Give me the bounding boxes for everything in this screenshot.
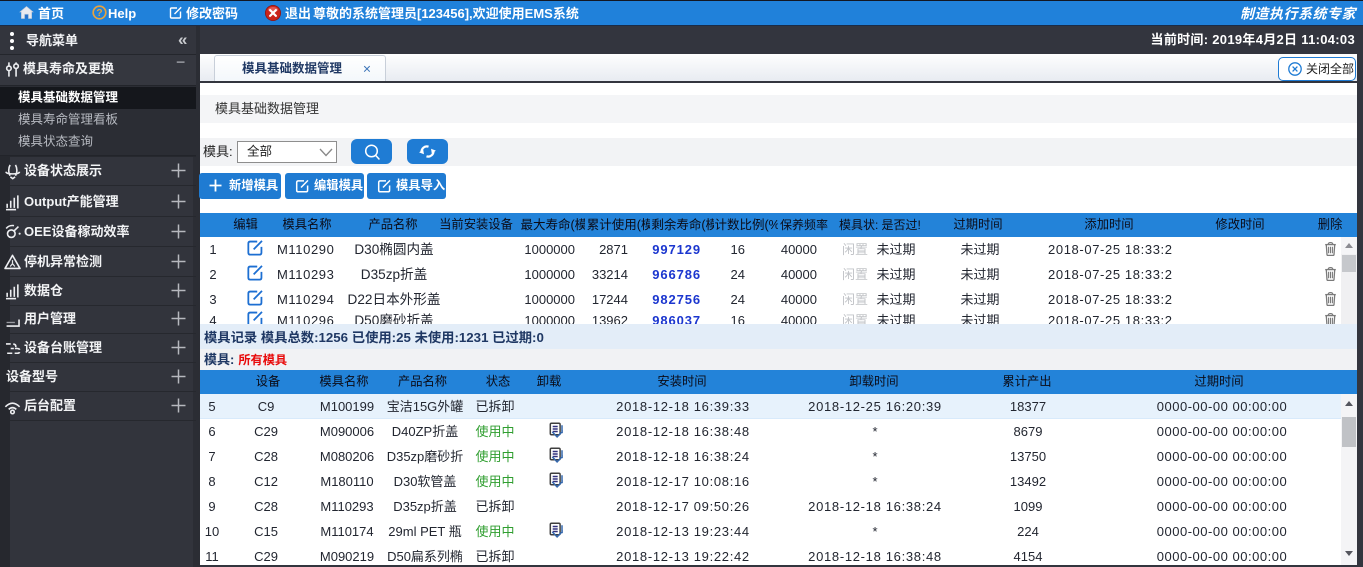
svg-text:?: ? [96, 7, 102, 19]
